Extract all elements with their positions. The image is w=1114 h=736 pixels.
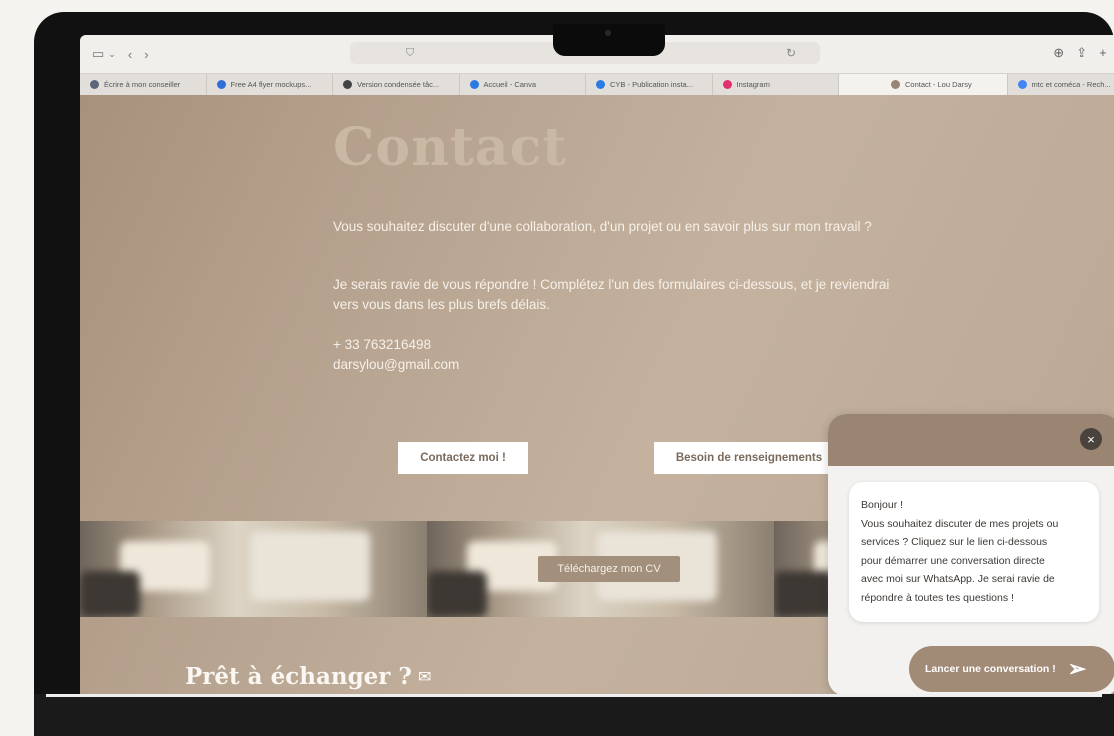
reload-icon[interactable]: ↻ — [786, 46, 796, 60]
tab-label: mtc et coméca - Rech... — [1031, 80, 1111, 89]
download-icon[interactable]: ⊕ — [1053, 45, 1064, 61]
browser-tab[interactable]: Instagram — [713, 74, 839, 95]
tab-label: Free A4 flyer mockups... — [230, 80, 312, 89]
tab-favicon-icon — [1017, 80, 1027, 89]
contact-page: Contact Vous souhaitez discuter d'une co… — [80, 95, 1114, 705]
chat-message: Bonjour ! Vous souhaitez discuter de mes… — [849, 482, 1099, 622]
tab-label: Contact - Lou Darsy — [905, 80, 972, 89]
tab-bar: Écrire à mon conseiller Free A4 flyer moc… — [80, 73, 1114, 96]
tab-label: Instagram — [736, 80, 770, 89]
back-icon[interactable]: ‹ — [128, 47, 132, 62]
tab-label: Accueil - Canva — [483, 80, 537, 89]
laptop-frame: ▭ ⌄ ‹ › ⛉ localhost ↻ ⊕ ⇪ + ⧉ Écrire à m… — [34, 12, 1114, 736]
info-button[interactable]: Besoin de renseignements — [654, 442, 844, 474]
laptop-base — [34, 694, 1114, 736]
new-tab-icon[interactable]: + — [1099, 45, 1107, 61]
tab-favicon-icon — [343, 80, 352, 89]
download-cv-button[interactable]: Téléchargez mon CV — [538, 556, 680, 582]
tab-favicon-icon — [596, 80, 605, 89]
tab-label: Version condensée tâc... — [357, 80, 440, 89]
browser-tab[interactable]: Contact - Lou Darsy — [839, 74, 1008, 95]
chat-line: Vous souhaitez discuter de mes projets o… — [861, 517, 1059, 530]
tab-favicon-icon — [216, 80, 226, 89]
pret-heading: Prêt à échanger ? — [185, 663, 412, 690]
browser-tab[interactable]: Accueil - Canva — [460, 74, 586, 95]
desk-photo — [80, 521, 427, 617]
contact-button[interactable]: Contactez moi ! — [398, 442, 528, 474]
browser-tab[interactable]: CYB - Publication insta... — [586, 74, 713, 95]
launch-label: Lancer une conversation ! — [925, 663, 1056, 675]
tab-favicon-icon — [722, 80, 732, 89]
browser-window: ▭ ⌄ ‹ › ⛉ localhost ↻ ⊕ ⇪ + ⧉ Écrire à m… — [80, 35, 1114, 705]
tab-label: CYB - Publication insta... — [610, 80, 693, 89]
hinge-line — [46, 694, 1102, 697]
chat-line: services ? Cliquez sur le lien ci-dessou… — [861, 536, 1048, 548]
forward-icon[interactable]: › — [144, 47, 148, 62]
chat-header: × — [828, 414, 1114, 466]
page-title: Contact — [333, 117, 568, 178]
send-icon: ➢ — [1067, 656, 1087, 681]
chat-line: avec moi sur WhatsApp. Je serai ravie de — [861, 573, 1055, 585]
camera-icon — [605, 30, 611, 36]
browser-tab[interactable]: mtc et coméca - Rech... — [1008, 74, 1114, 95]
tab-favicon-icon — [90, 80, 99, 89]
close-icon[interactable]: × — [1080, 428, 1102, 450]
phone-number: + 33 763216498 — [333, 337, 431, 352]
chat-line: pour démarrer une conversation directe — [861, 554, 1045, 567]
chat-line: Bonjour ! — [861, 499, 904, 511]
email-address: darsylou@gmail.com — [333, 357, 460, 372]
chat-widget: × Bonjour ! Vous souhaitez discuter de m… — [828, 414, 1114, 696]
share-icon[interactable]: ⇪ — [1076, 45, 1087, 61]
tab-favicon-icon — [891, 80, 900, 89]
reply-paragraph: Je serais ravie de vous répondre ! Compl… — [333, 277, 890, 312]
chevron-down-icon[interactable]: ⌄ — [108, 49, 116, 60]
browser-tab[interactable]: Version condensée tâc... — [333, 74, 460, 95]
launch-conversation-button[interactable]: Lancer une conversation ! ➢ — [909, 646, 1114, 692]
intro-paragraph: Vous souhaitez discuter d'une collaborat… — [333, 219, 872, 234]
browser-tab[interactable]: Free A4 flyer mockups... — [207, 74, 333, 95]
tab-favicon-icon — [469, 80, 479, 89]
sidebar-icon[interactable]: ▭ — [92, 46, 104, 62]
camera-notch — [553, 24, 665, 56]
chat-line: répondre à toutes tes questions ! — [861, 591, 1014, 604]
privacy-icon: ⛉ — [406, 46, 415, 59]
envelope-icon: ✉ — [418, 669, 432, 686]
tab-label: Écrire à mon conseiller — [104, 80, 181, 89]
browser-tab[interactable]: Écrire à mon conseiller — [80, 74, 207, 95]
